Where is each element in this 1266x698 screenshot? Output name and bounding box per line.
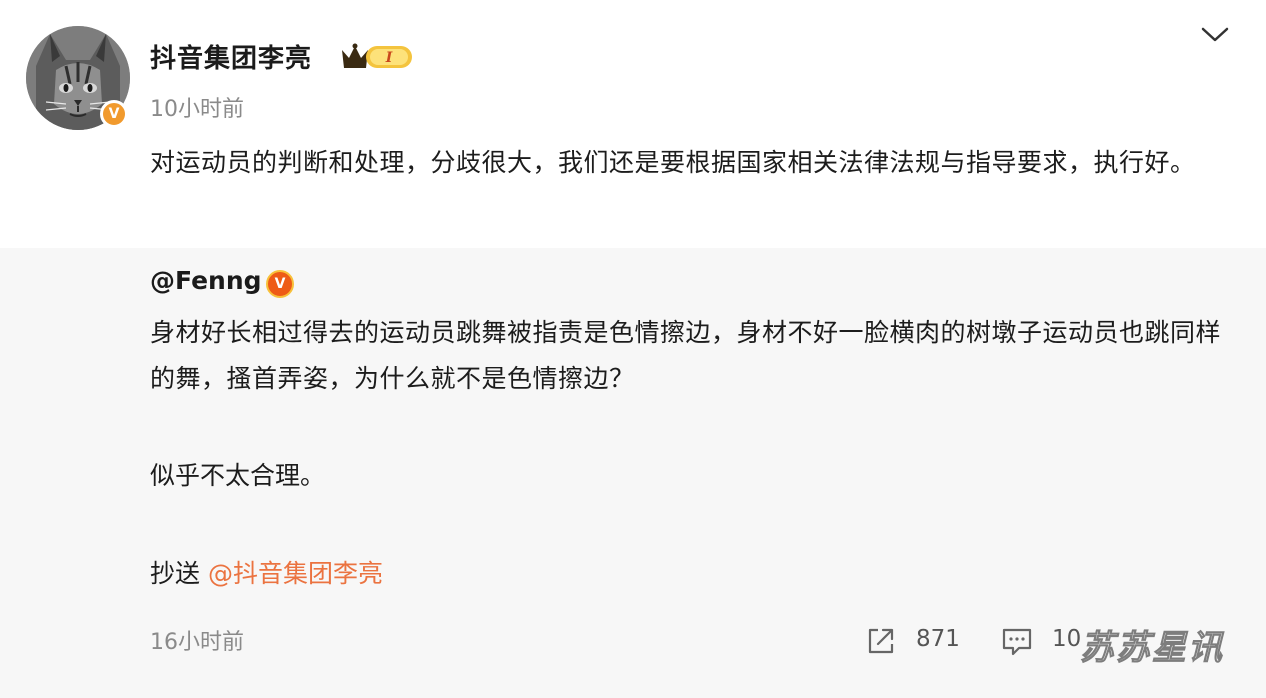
comment-count: 10 <box>1052 626 1082 652</box>
crown-badge-icon[interactable]: I <box>340 40 414 72</box>
repost-cc-line: 抄送 @抖音集团李亮 <box>150 551 383 597</box>
repost-author[interactable]: @Fenng <box>150 266 262 295</box>
post-body-text: 对运动员的判断和处理，分歧很大，我们还是要根据国家相关法律法规与指导要求，执行好… <box>150 148 1196 177</box>
cc-label: 抄送 <box>150 559 208 588</box>
watermark: 苏苏星讯 <box>1080 628 1224 669</box>
verified-v-icon: V <box>266 270 294 298</box>
comment-icon[interactable] <box>1000 624 1034 658</box>
repost-time[interactable]: 16小时前 <box>150 624 244 656</box>
avatar[interactable]: V <box>26 26 130 130</box>
author-name[interactable]: 抖音集团李亮 <box>150 38 312 75</box>
share-icon[interactable] <box>864 624 898 658</box>
chevron-down-icon[interactable] <box>1198 22 1232 46</box>
post-header: V 抖音集团李亮 I 10小时前 对运动员的判断和处理，分歧很大，我们还是要根据… <box>0 0 1266 248</box>
post-time[interactable]: 10小时前 <box>150 91 244 123</box>
share-count: 871 <box>916 626 960 652</box>
mention-link[interactable]: @抖音集团李亮 <box>208 559 383 588</box>
repost-paragraph: 似乎不太合理。 <box>150 461 326 490</box>
repost-paragraph: 身材好长相过得去的运动员跳舞被指责是色情擦边，身材不好一脸横肉的树墩子运动员也跳… <box>150 318 1222 393</box>
verified-v-icon: V <box>100 100 128 128</box>
crown-badge-text: I <box>385 50 393 66</box>
